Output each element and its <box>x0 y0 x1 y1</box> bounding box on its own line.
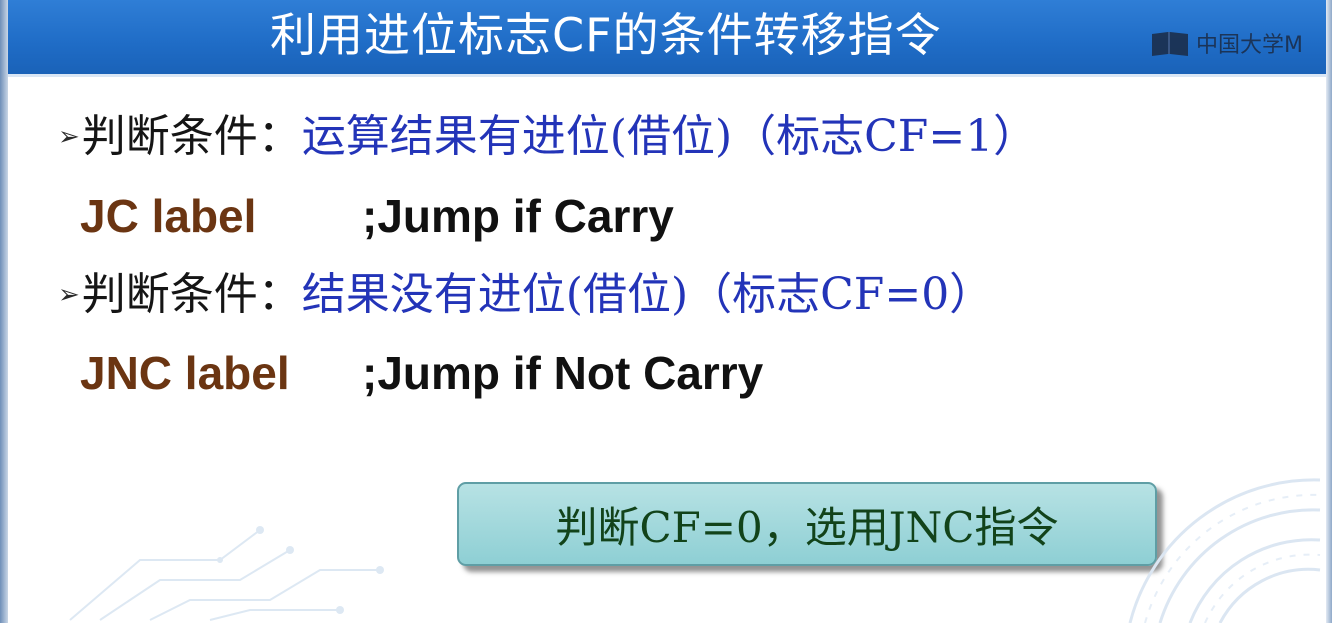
watermark-text: 中国大学M <box>1196 33 1303 58</box>
slide-title: 利用进位标志CF的条件转移指令 <box>270 8 942 62</box>
arrow-bullet-icon: ➢ <box>58 280 80 310</box>
condition-line-1: ➢判断条件：运算结果有进位(借位)（标志CF=1） <box>58 107 1037 167</box>
instruction-comment: ;Jump if Carry <box>362 190 674 242</box>
instruction-name: JC label <box>80 190 257 242</box>
instruction-comment: ;Jump if Not Carry <box>362 347 764 399</box>
condition-label: 判断条件： <box>81 111 302 162</box>
callout-box: 判断CF=0，选用JNC指令 <box>457 482 1157 566</box>
callout-text: 判断CF=0，选用JNC指令 <box>555 502 1059 552</box>
watermark: 中国大学M <box>1150 26 1303 60</box>
condition-value: 结果没有进位(借位)（标志CF=0） <box>301 269 994 320</box>
instruction-line-1: JC label ;Jump if Carry <box>80 186 674 246</box>
instruction-name: JNC label <box>80 347 290 399</box>
condition-value: 运算结果有进位(借位)（标志CF=1） <box>301 111 1038 162</box>
circuit-decoration-left <box>69 526 384 621</box>
condition-label: 判断条件： <box>81 269 302 320</box>
left-edge-decoration <box>0 0 8 623</box>
instruction-line-2: JNC label ;Jump if Not Carry <box>80 343 763 403</box>
title-bar: 利用进位标志CF的条件转移指令 <box>8 0 1326 77</box>
arrow-bullet-icon: ➢ <box>58 122 80 152</box>
right-edge-decoration <box>1326 0 1332 623</box>
book-icon <box>1152 32 1188 56</box>
condition-line-2: ➢判断条件：结果没有进位(借位)（标志CF=0） <box>58 265 993 325</box>
